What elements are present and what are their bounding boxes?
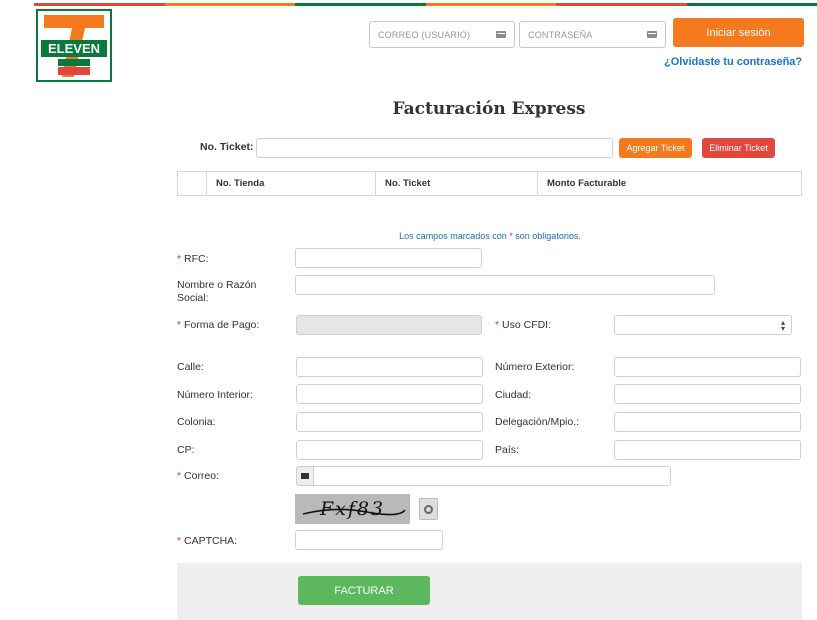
interior-number-input[interactable]	[296, 384, 483, 404]
email-input[interactable]: CORREO (USUARIO)	[369, 21, 515, 48]
email-label-text: Correo:	[184, 470, 220, 482]
payment-form-label-text: Forma de Pago:	[184, 319, 260, 331]
seven-eleven-logo-mark: ELEVEN	[38, 11, 110, 80]
municipality-label: Delegación/Mpio.:	[495, 416, 580, 428]
password-placeholder: CONTRASEÑA	[528, 29, 593, 40]
table-header-ticket: No. Ticket	[376, 172, 538, 195]
tickets-table: No. Tienda No. Ticket Monto Facturable	[177, 171, 802, 196]
form-footer	[177, 563, 802, 620]
forgot-password-link[interactable]: ¿Olvidaste tu contraseña?	[664, 56, 802, 68]
table-header-amount: Monto Facturable	[547, 178, 627, 189]
municipality-input[interactable]	[614, 412, 801, 432]
cfdi-use-label: * Uso CFDI:	[495, 319, 551, 331]
ticket-label: No. Ticket:	[200, 141, 254, 153]
email-field[interactable]	[313, 466, 671, 486]
zip-label: CP:	[177, 444, 195, 456]
city-label: Ciudad:	[495, 389, 532, 401]
zip-input[interactable]	[296, 440, 483, 460]
required-marker: *	[177, 535, 182, 547]
table-header-store: No. Tienda	[207, 172, 376, 195]
country-input[interactable]	[614, 440, 801, 460]
svg-text:ELEVEN: ELEVEN	[48, 41, 100, 56]
delete-ticket-button[interactable]: Eliminar Ticket	[702, 138, 775, 158]
required-marker: *	[509, 231, 513, 241]
rfc-input[interactable]	[295, 248, 482, 268]
login-button[interactable]: Iniciar sesión	[673, 18, 804, 47]
refresh-icon[interactable]	[419, 498, 438, 520]
ticket-input[interactable]	[256, 138, 613, 158]
exterior-number-label: Número Exterior:	[495, 361, 575, 373]
exterior-number-input[interactable]	[614, 357, 801, 377]
id-card-icon	[496, 31, 506, 38]
street-input[interactable]	[296, 357, 483, 377]
payment-form-input	[296, 315, 482, 335]
captcha-noise-line	[302, 508, 406, 516]
add-ticket-button[interactable]: Agregar Ticket	[619, 138, 692, 158]
business-name-label: Nombre o Razón Social:	[177, 279, 256, 305]
neighborhood-input[interactable]	[296, 412, 483, 432]
interior-number-label: Número Interior:	[177, 389, 253, 401]
required-marker: *	[177, 470, 182, 482]
notice-suffix: son obligatorios.	[515, 231, 581, 241]
email-label: * Correo:	[177, 470, 219, 482]
envelope-icon	[296, 466, 313, 486]
cfdi-use-select[interactable]: ▴ ▾	[614, 315, 792, 335]
id-card-icon	[647, 31, 657, 38]
cfdi-use-label-text: Uso CFDI:	[502, 319, 552, 331]
rfc-label: * RFC:	[177, 253, 209, 265]
email-placeholder: CORREO (USUARIO)	[378, 29, 471, 40]
payment-form-label: * Forma de Pago:	[177, 319, 259, 331]
required-fields-notice: Los campos marcados con * son obligatori…	[295, 231, 685, 241]
captcha-label: * CAPTCHA:	[177, 535, 237, 547]
notice-prefix: Los campos marcados con	[399, 231, 507, 241]
country-label: País:	[495, 444, 519, 456]
required-marker: *	[177, 253, 182, 265]
password-input[interactable]: CONTRASEÑA	[519, 21, 666, 48]
business-name-label-line1: Nombre o Razón	[177, 279, 257, 291]
business-name-input[interactable]	[295, 275, 715, 295]
city-input[interactable]	[614, 384, 801, 404]
captcha-label-text: CAPTCHA:	[184, 535, 238, 547]
rfc-label-text: RFC:	[184, 253, 209, 265]
business-name-label-line2: Social:	[177, 292, 209, 304]
neighborhood-label: Colonia:	[177, 416, 216, 428]
required-marker: *	[495, 319, 500, 331]
required-marker: *	[177, 319, 182, 331]
submit-invoice-button[interactable]: FACTURAR	[298, 576, 430, 605]
page-title: Facturación Express	[392, 99, 586, 119]
table-header-select	[178, 172, 207, 195]
select-arrows-icon: ▴ ▾	[780, 318, 785, 333]
seven-eleven-logo: ELEVEN	[36, 9, 112, 82]
captcha-input[interactable]	[295, 530, 443, 550]
top-color-stripe	[34, 3, 817, 6]
captcha-image: Fxf83	[295, 494, 410, 524]
street-label: Calle:	[177, 361, 204, 373]
